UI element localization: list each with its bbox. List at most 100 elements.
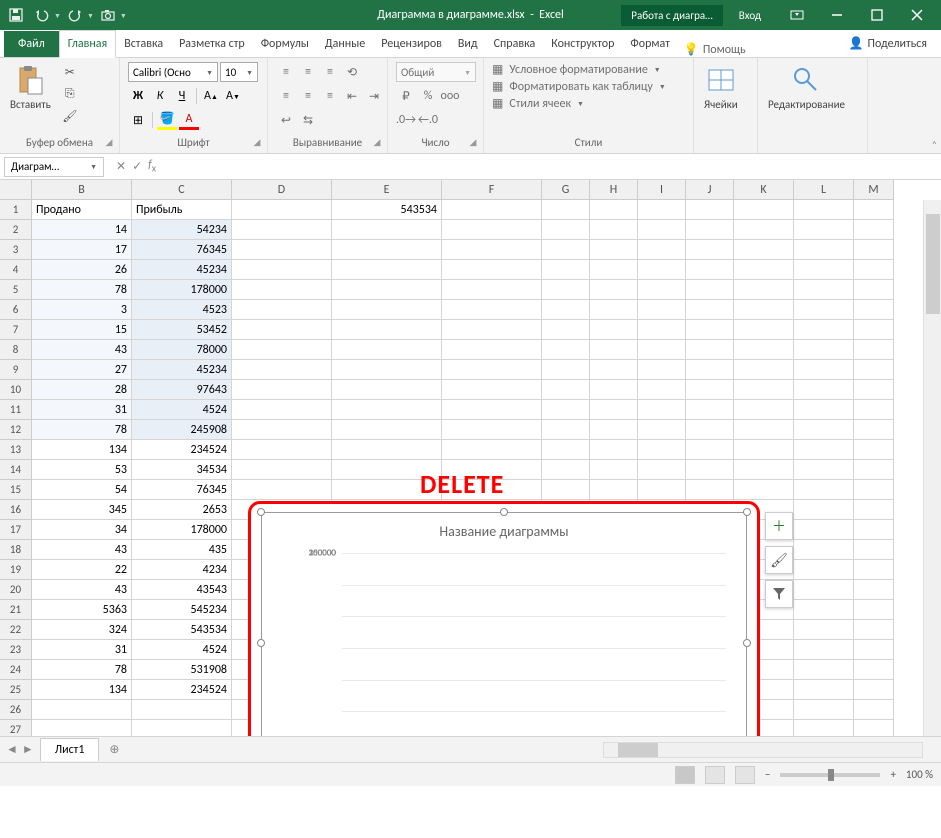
cell[interactable]: [638, 260, 686, 280]
cell[interactable]: 31: [32, 640, 132, 660]
zoom-out-button[interactable]: −: [765, 768, 770, 781]
cell[interactable]: [332, 280, 442, 300]
cell[interactable]: 78: [32, 660, 132, 680]
cell[interactable]: [686, 240, 734, 260]
cell[interactable]: [854, 220, 894, 240]
tab-вставка[interactable]: Вставка: [116, 31, 171, 57]
cell[interactable]: [232, 280, 332, 300]
cell[interactable]: [794, 620, 854, 640]
cell[interactable]: [734, 240, 794, 260]
cell[interactable]: [542, 380, 590, 400]
cell[interactable]: [590, 340, 638, 360]
cell[interactable]: [734, 280, 794, 300]
cell[interactable]: [442, 320, 542, 340]
row-header[interactable]: 12: [0, 420, 32, 440]
column-header[interactable]: K: [734, 180, 794, 200]
cell[interactable]: Продано: [32, 200, 132, 220]
cell[interactable]: 53452: [132, 320, 232, 340]
cell[interactable]: 34: [32, 520, 132, 540]
cell[interactable]: 435: [132, 540, 232, 560]
cell[interactable]: [590, 220, 638, 240]
format-as-table-button[interactable]: ▦Форматировать как таблицу▼: [492, 79, 666, 94]
comma-icon[interactable]: ooo: [440, 86, 460, 106]
cell[interactable]: [686, 340, 734, 360]
cell[interactable]: [794, 400, 854, 420]
cell[interactable]: [590, 260, 638, 280]
cell[interactable]: [854, 380, 894, 400]
cell[interactable]: [794, 320, 854, 340]
cell[interactable]: [794, 240, 854, 260]
row-header[interactable]: 3: [0, 240, 32, 260]
cell[interactable]: 345: [32, 500, 132, 520]
cell[interactable]: [854, 540, 894, 560]
fill-color-icon[interactable]: 🪣: [157, 110, 177, 130]
cell[interactable]: 234524: [132, 440, 232, 460]
cell[interactable]: [442, 200, 542, 220]
currency-icon[interactable]: ₽: [396, 86, 416, 106]
cell[interactable]: [854, 640, 894, 660]
cell[interactable]: [590, 400, 638, 420]
cell[interactable]: [232, 440, 332, 460]
cell[interactable]: [638, 200, 686, 220]
cell[interactable]: 234524: [132, 680, 232, 700]
decrease-decimal-icon[interactable]: ←.0: [418, 110, 438, 130]
cell[interactable]: [686, 440, 734, 460]
cell[interactable]: 45234: [132, 260, 232, 280]
cell[interactable]: [794, 560, 854, 580]
tab-формат[interactable]: Формат: [622, 31, 677, 57]
cell[interactable]: 17: [32, 240, 132, 260]
cell[interactable]: 54: [32, 480, 132, 500]
save-icon[interactable]: [4, 3, 28, 27]
cell[interactable]: [854, 440, 894, 460]
cell[interactable]: [332, 240, 442, 260]
row-header[interactable]: 18: [0, 540, 32, 560]
column-header[interactable]: J: [686, 180, 734, 200]
cell[interactable]: [638, 380, 686, 400]
cell[interactable]: [232, 420, 332, 440]
cell[interactable]: [542, 300, 590, 320]
cell[interactable]: 22: [32, 560, 132, 580]
increase-font-icon[interactable]: A▲: [201, 86, 221, 106]
cell[interactable]: [854, 360, 894, 380]
cell[interactable]: [854, 480, 894, 500]
column-header[interactable]: H: [590, 180, 638, 200]
cell[interactable]: 97643: [132, 380, 232, 400]
page-layout-view-button[interactable]: [705, 766, 725, 784]
cell[interactable]: [794, 640, 854, 660]
cell[interactable]: [590, 280, 638, 300]
cell[interactable]: [686, 300, 734, 320]
cell[interactable]: [638, 360, 686, 380]
cell[interactable]: [442, 400, 542, 420]
cell[interactable]: [734, 420, 794, 440]
cell[interactable]: [734, 380, 794, 400]
horizontal-scrollbar[interactable]: [603, 742, 923, 758]
cell[interactable]: 4524: [132, 640, 232, 660]
cell[interactable]: 178000: [132, 280, 232, 300]
row-header[interactable]: 19: [0, 560, 32, 580]
cell[interactable]: [734, 300, 794, 320]
chart-filters-button[interactable]: [765, 580, 793, 608]
zoom-level[interactable]: 100 %: [906, 768, 933, 781]
tab-справка[interactable]: Справка: [486, 31, 544, 57]
cell[interactable]: [686, 360, 734, 380]
cell[interactable]: [794, 280, 854, 300]
cell[interactable]: [794, 200, 854, 220]
page-break-view-button[interactable]: [735, 766, 755, 784]
cell[interactable]: [854, 280, 894, 300]
tab-разметка стр[interactable]: Разметка стр: [171, 31, 253, 57]
cell[interactable]: [542, 260, 590, 280]
cell[interactable]: [638, 240, 686, 260]
cell[interactable]: [686, 380, 734, 400]
cell[interactable]: [232, 320, 332, 340]
row-header[interactable]: 25: [0, 680, 32, 700]
row-header[interactable]: 6: [0, 300, 32, 320]
cell-styles-button[interactable]: ▦Стили ячеек▼: [492, 96, 584, 111]
cell[interactable]: [638, 340, 686, 360]
dialog-launcher-icon[interactable]: ◢: [251, 137, 263, 149]
cell[interactable]: [734, 460, 794, 480]
cell[interactable]: [590, 200, 638, 220]
cell[interactable]: 43543: [132, 580, 232, 600]
cell[interactable]: [542, 320, 590, 340]
cell[interactable]: 76345: [132, 480, 232, 500]
cell[interactable]: [638, 300, 686, 320]
